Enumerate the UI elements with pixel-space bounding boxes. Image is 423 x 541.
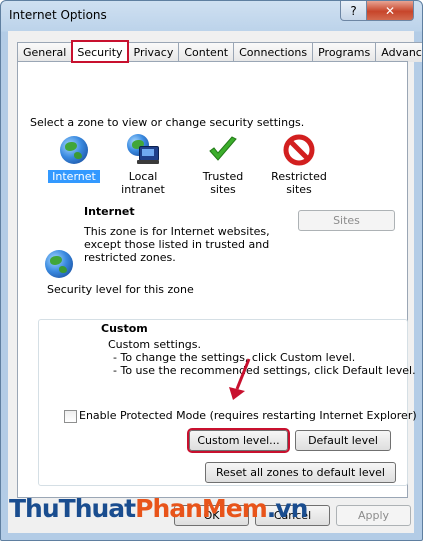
zone-internet[interactable]: Internet: [48, 134, 100, 183]
zone-internet-label: Internet: [48, 170, 100, 183]
security-level-name: Custom: [101, 322, 148, 335]
zone-restricted-sites[interactable]: Restricted sites: [268, 134, 330, 196]
apply-button[interactable]: Apply: [336, 505, 411, 526]
zone-info-desc-1: This zone is for Internet websites,: [84, 225, 270, 238]
selected-zone-globe-icon: [43, 248, 75, 280]
restricted-icon: [283, 134, 315, 166]
default-level-button[interactable]: Default level: [295, 430, 391, 451]
zone-restricted-sites-label-2: sites: [286, 183, 312, 196]
annotation-arrow-icon: [229, 358, 251, 400]
security-level-legend: Security level for this zone: [45, 283, 196, 296]
tab-connections[interactable]: Connections: [233, 42, 314, 62]
reset-all-zones-button[interactable]: Reset all zones to default level: [205, 462, 396, 483]
custom-level-button[interactable]: Custom level...: [187, 428, 290, 453]
dialog-client-area: General Security Privacy Content Connect…: [8, 31, 422, 533]
tab-content[interactable]: Content: [178, 42, 235, 62]
security-level-group: [38, 319, 408, 486]
globe-icon: [58, 134, 90, 166]
tab-security[interactable]: Security: [71, 40, 129, 63]
internet-options-window: Internet Options ? ✕ General Security Pr…: [0, 0, 423, 541]
intranet-icon: [127, 134, 159, 166]
tab-privacy[interactable]: Privacy: [127, 42, 180, 62]
security-level-line-3: - To use the recommended settings, click…: [113, 364, 416, 377]
security-tab-panel: Select a zone to view or change security…: [17, 61, 417, 498]
protected-mode-checkbox[interactable]: [64, 410, 77, 423]
zone-info-name: Internet: [84, 205, 135, 218]
zone-info-desc-2: except those listed in trusted and: [84, 238, 270, 251]
zone-local-intranet[interactable]: Local intranet: [106, 134, 180, 196]
tab-advanced[interactable]: Advanced: [375, 42, 422, 62]
watermark-logo: ThuThuatPhanMem.vn: [9, 494, 309, 523]
zone-restricted-sites-label-1: Restricted: [271, 170, 327, 183]
close-button[interactable]: ✕: [366, 1, 414, 21]
security-level-line-1: Custom settings.: [108, 338, 202, 351]
zone-info-desc-3: restricted zones.: [84, 251, 176, 264]
tab-programs[interactable]: Programs: [312, 42, 377, 62]
sites-button[interactable]: Sites: [298, 210, 395, 231]
zone-trusted-sites[interactable]: Trusted sites: [188, 134, 258, 196]
window-title: Internet Options: [9, 8, 107, 22]
zone-local-intranet-label: Local intranet: [121, 170, 165, 196]
watermark-part-1: ThuThuat: [9, 494, 136, 523]
protected-mode-label: Enable Protected Mode (requires restarti…: [79, 409, 417, 422]
watermark-part-2: PhanMem: [135, 494, 268, 523]
tab-general[interactable]: General: [17, 42, 73, 62]
checkmark-icon: [207, 134, 239, 166]
watermark-part-3: .vn: [266, 494, 309, 523]
zone-prompt: Select a zone to view or change security…: [30, 116, 305, 129]
zone-trusted-sites-label: Trusted sites: [202, 170, 244, 196]
help-button[interactable]: ?: [340, 1, 367, 21]
tab-strip: General Security Privacy Content Connect…: [17, 40, 422, 63]
